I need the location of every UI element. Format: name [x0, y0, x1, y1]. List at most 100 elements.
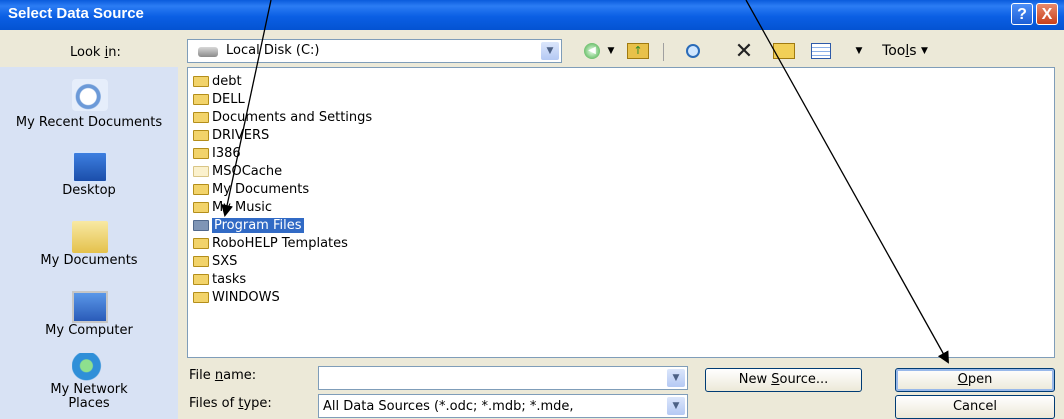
- folder-icon: [193, 130, 209, 141]
- list-item[interactable]: DRIVERS: [193, 127, 269, 144]
- list-item[interactable]: MSOCache: [193, 163, 282, 180]
- place-label: Desktop: [62, 183, 116, 198]
- hidden-folder-icon: [193, 166, 209, 177]
- place-label: My Network Places: [50, 382, 128, 411]
- place-my-computer[interactable]: My Computer: [0, 285, 178, 345]
- search-icon: [686, 44, 700, 58]
- folder-icon: [193, 238, 209, 249]
- folder-name: I386: [212, 146, 241, 161]
- folder-icon: [193, 274, 209, 285]
- open-text: pen: [967, 372, 993, 387]
- look-in-value: Local Disk (C:): [226, 43, 320, 58]
- files-of-type-dropdown[interactable]: All Data Sources (*.odc; *.mdb; *.mde, ▼: [318, 394, 688, 418]
- new-source-text: New: [738, 372, 772, 387]
- folder-name: DRIVERS: [212, 128, 270, 143]
- place-label: My Computer: [45, 323, 133, 338]
- tools-menu-text-end: s: [909, 43, 917, 59]
- folder-icon: [193, 220, 209, 231]
- look-in-label-text-end: n:: [108, 45, 121, 60]
- list-item[interactable]: DELL: [193, 91, 245, 108]
- list-item-selected[interactable]: Program Files: [193, 217, 304, 234]
- local-disk-icon: [198, 47, 218, 57]
- back-arrow-icon: ◀: [584, 43, 600, 59]
- list-item[interactable]: My Documents: [193, 181, 309, 198]
- toolbar-separator: [663, 43, 664, 61]
- new-source-button[interactable]: New Source...: [705, 368, 862, 392]
- file-name-label-text: File: [189, 368, 215, 383]
- dialog-title: Select Data Source: [8, 5, 144, 22]
- list-item[interactable]: RoboHELP Templates: [193, 235, 348, 252]
- tools-menu[interactable]: Too l s ▼: [874, 40, 936, 62]
- close-button[interactable]: X: [1036, 3, 1058, 25]
- folder-name: SXS: [212, 254, 238, 269]
- place-my-recent-documents[interactable]: My Recent Documents: [0, 75, 178, 145]
- place-my-network-places[interactable]: My Network Places: [0, 351, 178, 417]
- chevron-down-icon[interactable]: ▼: [541, 42, 559, 60]
- my-computer-icon: [72, 291, 108, 323]
- folder-icon: [193, 292, 209, 303]
- place-label: My Recent Documents: [15, 115, 163, 130]
- up-folder-icon: ↑: [627, 43, 649, 59]
- folder-icon: [193, 184, 209, 195]
- folder-name: My Documents: [212, 182, 310, 197]
- list-item[interactable]: My Music: [193, 199, 272, 216]
- folder-icon: [193, 256, 209, 267]
- views-dropdown-icon[interactable]: ▼: [852, 40, 866, 62]
- list-item[interactable]: SXS: [193, 253, 237, 270]
- new-folder-icon: [773, 43, 795, 59]
- files-of-type-label-text-end: ype:: [243, 396, 272, 411]
- delete-button[interactable]: ✕: [730, 38, 758, 64]
- chevron-down-icon[interactable]: ▼: [667, 397, 685, 415]
- folder-name: Documents and Settings: [212, 110, 373, 125]
- views-button[interactable]: [808, 40, 834, 62]
- folder-icon: [193, 94, 209, 105]
- look-in-label-text: Look: [70, 45, 105, 60]
- open-button[interactable]: Open: [895, 368, 1055, 392]
- list-item[interactable]: debt: [193, 73, 242, 90]
- list-item[interactable]: tasks: [193, 271, 246, 288]
- open-key: O: [957, 372, 968, 387]
- list-item[interactable]: I386: [193, 145, 241, 162]
- folder-icon: [193, 76, 209, 87]
- file-list[interactable]: debt DELL Documents and Settings DRIVERS…: [187, 67, 1055, 358]
- folder-name: RoboHELP Templates: [212, 236, 348, 251]
- file-name-field[interactable]: ▼: [318, 366, 688, 390]
- cancel-button[interactable]: Cancel: [895, 395, 1055, 419]
- folder-name: My Music: [212, 200, 273, 215]
- my-documents-icon: [72, 221, 108, 253]
- chevron-down-icon[interactable]: ▼: [667, 369, 685, 387]
- up-one-level-button[interactable]: ↑: [624, 40, 652, 62]
- delete-icon: ✕: [734, 38, 754, 64]
- file-name-label-text-end: ame:: [223, 368, 257, 383]
- folder-name: MSOCache: [212, 164, 283, 179]
- new-source-text-end: ource...: [779, 372, 829, 387]
- folder-icon: [193, 202, 209, 213]
- folder-name: DELL: [212, 92, 245, 107]
- recent-documents-icon: [72, 79, 108, 111]
- folder-name: debt: [212, 74, 242, 89]
- folder-icon: [193, 112, 209, 123]
- tools-menu-text: Too: [882, 43, 906, 59]
- look-in-label: Look in:: [70, 45, 121, 60]
- back-dropdown-icon[interactable]: ▼: [604, 40, 618, 62]
- places-bar: My Recent Documents Desktop My Documents…: [0, 67, 178, 419]
- file-name-label: File name:: [189, 368, 256, 383]
- list-item[interactable]: Documents and Settings: [193, 109, 372, 126]
- folder-name: tasks: [212, 272, 247, 287]
- search-web-button[interactable]: [680, 40, 706, 62]
- place-my-documents[interactable]: My Documents: [0, 215, 178, 275]
- place-label: My Documents: [40, 253, 138, 268]
- create-new-folder-button[interactable]: [770, 40, 798, 62]
- folder-name: WINDOWS: [212, 290, 280, 305]
- help-button[interactable]: ?: [1011, 3, 1033, 25]
- title-bar[interactable]: Select Data Source ? X: [0, 0, 1064, 30]
- file-name-label-key: n: [214, 368, 224, 383]
- select-data-source-dialog: Select Data Source ? X Look in: Local Di…: [0, 0, 1064, 419]
- files-of-type-label-text: Files of: [189, 396, 239, 411]
- look-in-dropdown[interactable]: Local Disk (C:) ▼: [187, 39, 562, 63]
- files-of-type-label: Files of type:: [189, 396, 272, 411]
- folder-name: Program Files: [212, 218, 304, 233]
- list-item[interactable]: WINDOWS: [193, 289, 280, 306]
- back-button[interactable]: ◀: [580, 40, 604, 62]
- place-desktop[interactable]: Desktop: [0, 145, 178, 205]
